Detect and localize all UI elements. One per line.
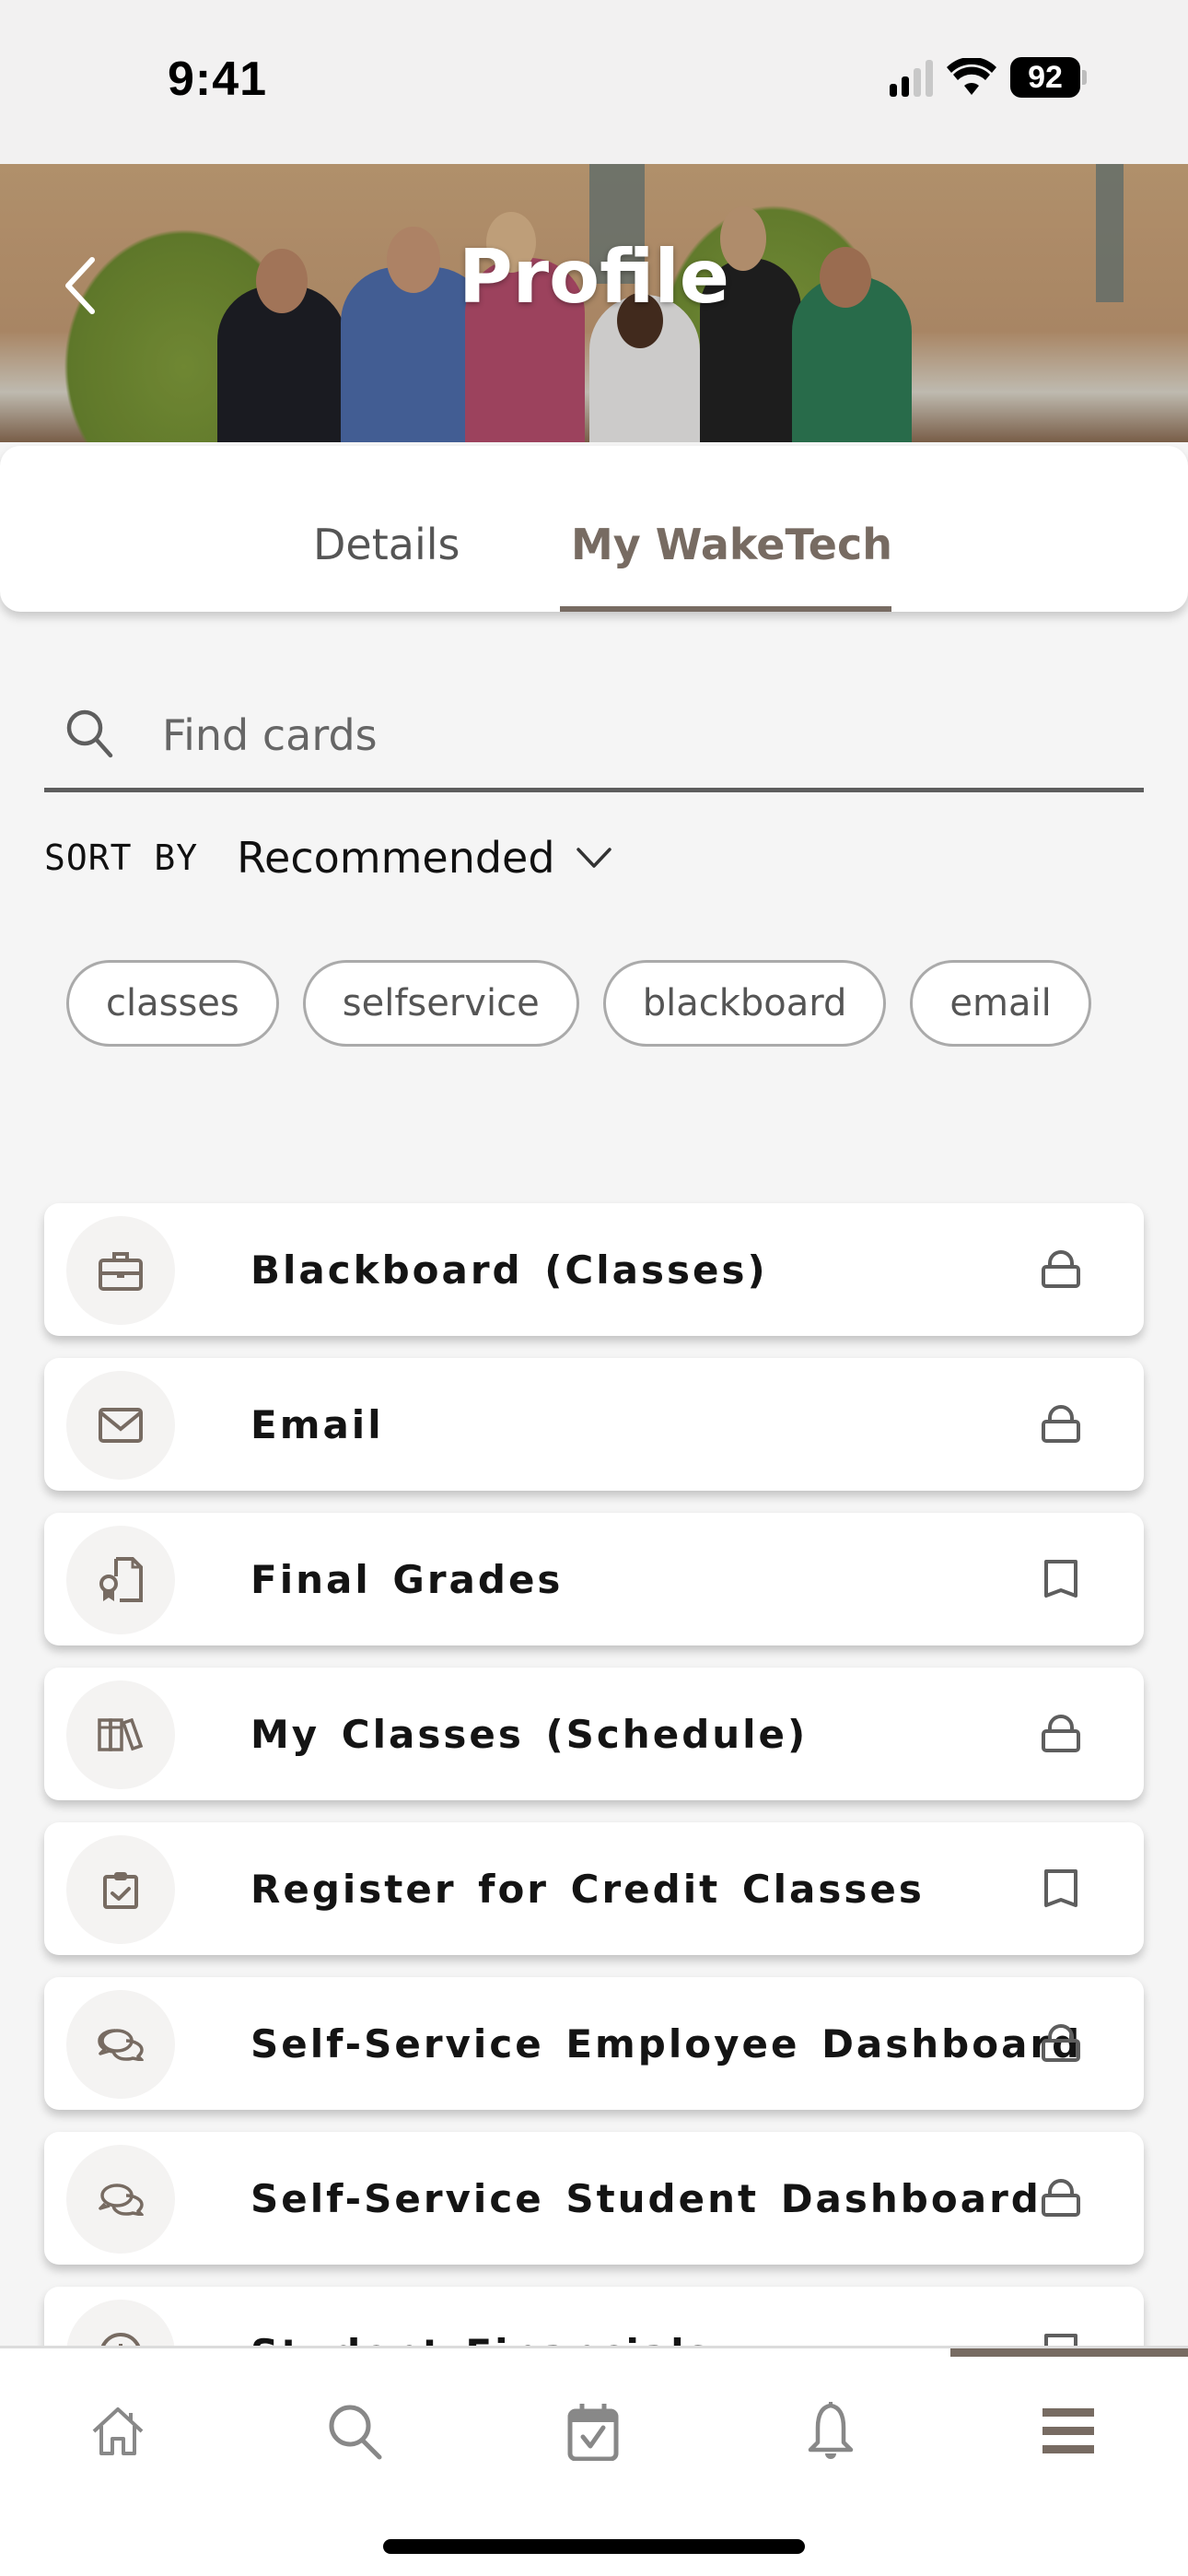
nav-calendar[interactable] bbox=[547, 2385, 639, 2477]
card-register-credit-classes[interactable]: Register for Credit Classes bbox=[44, 1822, 1144, 1955]
card-title: Self-Service Employee Dashboard bbox=[250, 2020, 1083, 2067]
card-self-service-employee-dashboard[interactable]: Self-Service Employee Dashboard bbox=[44, 1977, 1144, 2110]
wifi-icon bbox=[947, 58, 996, 95]
chat-bubbles-icon bbox=[98, 2029, 144, 2061]
bell-icon bbox=[808, 2402, 854, 2459]
card-title: My Classes (Schedule) bbox=[250, 1711, 809, 1757]
card-self-service-student-dashboard[interactable]: Self-Service Student Dashboard bbox=[44, 2132, 1144, 2265]
bookmark-icon bbox=[1044, 1869, 1077, 1907]
sort-control: SORT BY Recommended bbox=[44, 833, 612, 883]
nav-notifications[interactable] bbox=[785, 2385, 877, 2477]
card-blackboard-classes[interactable]: Blackboard (Classes) bbox=[44, 1203, 1144, 1336]
card-my-classes-schedule[interactable]: My Classes (Schedule) bbox=[44, 1668, 1144, 1800]
sort-label: SORT BY bbox=[44, 837, 199, 878]
active-nav-indicator bbox=[950, 2348, 1188, 2357]
active-tab-indicator bbox=[560, 606, 891, 612]
certificate-document-icon bbox=[99, 1557, 143, 1602]
lock-icon bbox=[1042, 1715, 1080, 1752]
chip-selfservice[interactable]: selfservice bbox=[302, 960, 579, 1047]
nav-search[interactable] bbox=[309, 2385, 402, 2477]
lock-icon bbox=[1042, 2179, 1080, 2217]
card-title: Blackboard (Classes) bbox=[250, 1247, 768, 1293]
header-banner: Profile bbox=[0, 164, 1188, 442]
home-indicator[interactable] bbox=[383, 2539, 805, 2554]
card-list: Blackboard (Classes) Email Final Grades … bbox=[44, 1203, 1144, 2441]
chip-classes[interactable]: classes bbox=[66, 960, 279, 1047]
card-email[interactable]: Email bbox=[44, 1358, 1144, 1491]
battery-level: 92 bbox=[1010, 57, 1080, 98]
status-time: 9:41 bbox=[168, 53, 268, 106]
clipboard-check-icon bbox=[103, 1872, 138, 1909]
briefcase-icon bbox=[99, 1252, 143, 1291]
chip-blackboard[interactable]: blackboard bbox=[602, 960, 887, 1047]
nav-home[interactable] bbox=[72, 2385, 164, 2477]
lock-icon bbox=[1042, 2024, 1080, 2062]
search-icon bbox=[329, 2405, 382, 2460]
envelope-icon bbox=[99, 1408, 143, 1443]
chat-bubbles-icon bbox=[99, 2184, 144, 2216]
status-bar: 9:41 92 bbox=[0, 0, 1188, 164]
lock-button[interactable] bbox=[1039, 1712, 1083, 1756]
tab-details[interactable]: Details bbox=[313, 520, 460, 569]
chip-email[interactable]: email bbox=[910, 960, 1091, 1047]
card-title: Self-Service Student Dashboard bbox=[250, 2175, 1042, 2221]
tab-my-waketech[interactable]: My WakeTech bbox=[571, 520, 892, 569]
card-title: Email bbox=[250, 1401, 384, 1447]
nav-menu[interactable] bbox=[1022, 2385, 1114, 2477]
home-icon bbox=[92, 2407, 144, 2455]
bookmark-button[interactable] bbox=[1039, 1867, 1083, 1911]
card-final-grades[interactable]: Final Grades bbox=[44, 1513, 1144, 1645]
page-title: Profile bbox=[458, 234, 730, 320]
hamburger-menu-icon bbox=[1042, 2408, 1094, 2453]
lock-button[interactable] bbox=[1039, 1247, 1083, 1292]
sort-dropdown[interactable]: Recommended bbox=[237, 833, 611, 883]
bookmark-icon bbox=[1044, 1560, 1077, 1598]
lock-button[interactable] bbox=[1039, 1402, 1083, 1446]
tab-bar: Details My WakeTech bbox=[0, 446, 1188, 612]
bookmark-button[interactable] bbox=[1039, 1557, 1083, 1601]
lock-button[interactable] bbox=[1039, 2176, 1083, 2220]
lock-button[interactable] bbox=[1039, 2021, 1083, 2066]
calendar-check-icon bbox=[567, 2404, 619, 2461]
lock-icon bbox=[1042, 1250, 1080, 1288]
search-bar bbox=[44, 691, 1144, 792]
filter-chips: classes selfservice blackboard email bbox=[66, 960, 1091, 1047]
lock-icon bbox=[1042, 1405, 1080, 1443]
sort-selected-value: Recommended bbox=[237, 833, 555, 883]
cellular-signal-icon bbox=[890, 58, 933, 97]
chevron-down-icon bbox=[576, 848, 611, 868]
search-input[interactable] bbox=[162, 708, 1120, 763]
books-icon bbox=[98, 1718, 144, 1751]
search-icon bbox=[66, 709, 113, 758]
status-icons: 92 bbox=[890, 57, 1087, 98]
card-title: Final Grades bbox=[250, 1556, 564, 1602]
battery-icon: 92 bbox=[1010, 57, 1087, 98]
card-title: Register for Credit Classes bbox=[250, 1866, 925, 1912]
